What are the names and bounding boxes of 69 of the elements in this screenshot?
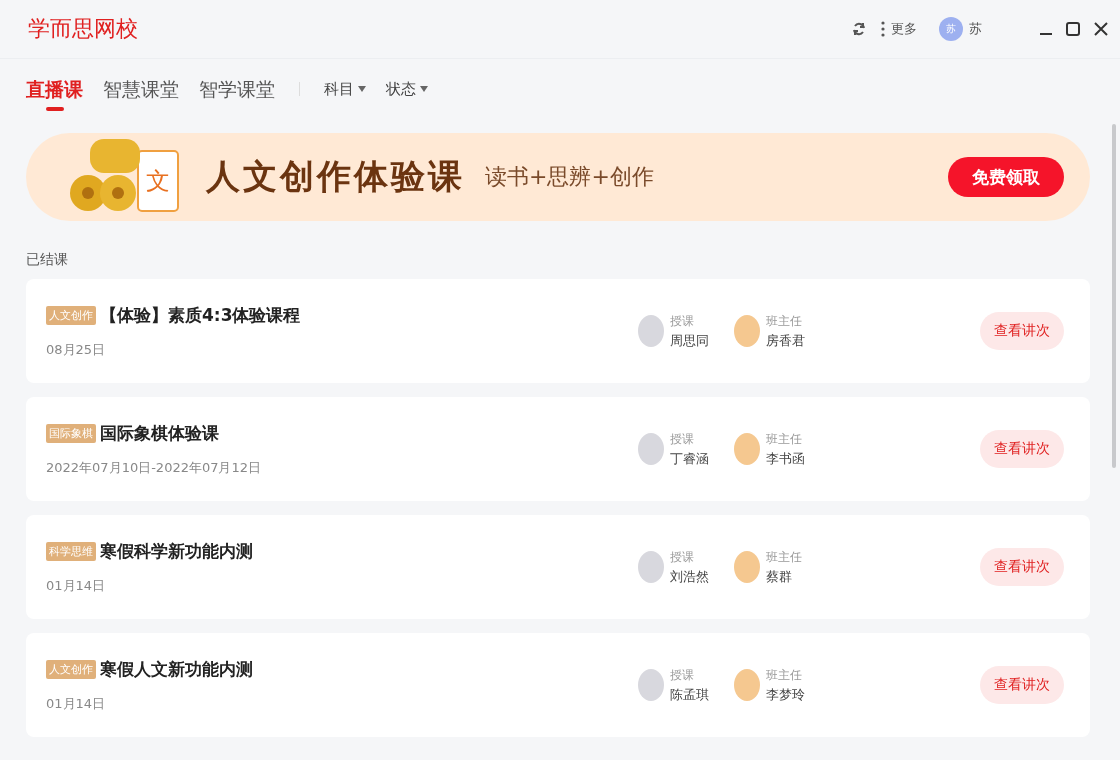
teacher-name: 房香君 <box>766 331 805 350</box>
subject-tag: 国际象棋 <box>46 423 96 443</box>
avatar-icon <box>734 669 760 701</box>
maximize-icon <box>1066 22 1080 36</box>
photo-placeholder <box>638 433 664 465</box>
banner-title: 人文创作体验课 <box>206 155 465 198</box>
view-lessons-button[interactable]: 查看讲次 <box>980 666 1064 704</box>
role-label: 授课 <box>670 430 695 448</box>
filter-dropdown[interactable]: 科目 <box>324 79 366 99</box>
user-name: 苏 <box>969 20 982 38</box>
app-logo: 学而思网校 <box>28 15 139 43</box>
role-label: 班主任 <box>766 312 803 330</box>
refresh-icon <box>851 21 867 37</box>
course-tab[interactable]: 智学课堂 <box>199 76 275 112</box>
scrollbar[interactable] <box>1112 124 1116 468</box>
course-card[interactable]: 人文创作 寒假人文新功能内测 01月14日 授课 陈孟琪 班主任 李梦玲 查看讲次 <box>26 633 1090 737</box>
section-label: 已结课 <box>26 251 69 269</box>
teacher-name: 周思同 <box>670 331 709 350</box>
subject-tag: 人文创作 <box>46 305 96 325</box>
course-card[interactable]: 国际象棋 国际象棋体验课 2022年07月10日-2022年07月12日 授课 丁睿涵 班主任 李书函 查看讲次 <box>26 397 1090 501</box>
view-lessons-button[interactable]: 查看讲次 <box>980 430 1064 468</box>
close-icon <box>1094 22 1108 36</box>
role-label: 班主任 <box>766 430 803 448</box>
photo-placeholder <box>638 551 664 583</box>
teacher-name: 丁睿涵 <box>670 449 709 468</box>
course-tab[interactable]: 智慧课堂 <box>103 76 179 112</box>
course-date: 01月14日 <box>46 694 107 713</box>
role-label: 授课 <box>670 548 695 566</box>
more-dots-icon <box>881 21 885 37</box>
promo-banner[interactable]: 文 人文创作体验课 读书+思辨+创作 免费领取 <box>26 133 1090 221</box>
course-date: 08月25日 <box>46 340 107 359</box>
close-button[interactable] <box>1094 22 1108 36</box>
course-title: 国际象棋体验课 <box>100 421 219 445</box>
photo-placeholder <box>638 315 664 347</box>
caret-icon <box>420 86 428 92</box>
refresh-button[interactable] <box>851 21 867 37</box>
view-lessons-button[interactable]: 查看讲次 <box>980 548 1064 586</box>
filter-dropdown[interactable]: 状态 <box>386 79 428 99</box>
photo-placeholder <box>638 669 664 701</box>
role-label: 班主任 <box>766 548 802 566</box>
caret-icon <box>358 86 366 92</box>
teacher-name: 李书函 <box>766 449 805 468</box>
course-tab[interactable]: 直播课 <box>26 76 83 112</box>
role-label: 授课 <box>670 666 695 684</box>
view-lessons-button[interactable]: 查看讲次 <box>980 312 1064 350</box>
teacher-name: 李梦玲 <box>766 685 805 704</box>
avatar-icon <box>734 551 760 583</box>
teacher-name: 蔡群 <box>766 567 793 586</box>
claim-button[interactable]: 免费领取 <box>948 157 1064 197</box>
role-label: 授课 <box>670 312 695 330</box>
course-card[interactable]: 科学思维 寒假科学新功能内测 01月14日 授课 刘浩然 班主任 蔡群 查看讲次 <box>26 515 1090 619</box>
course-title: 【体验】素质4:3体验课程 <box>100 303 301 327</box>
course-card[interactable]: 人文创作 【体验】素质4:3体验课程 08月25日 授课 周思同 班主任 房香君 查看讲次 <box>26 279 1090 383</box>
avatar-icon <box>734 433 760 465</box>
course-title: 寒假人文新功能内测 <box>100 657 253 681</box>
maximize-button[interactable] <box>1066 22 1080 36</box>
banner-subtitle: 读书+思辨+创作 <box>485 163 655 191</box>
teacher-name: 陈孟琪 <box>670 685 709 704</box>
course-date: 01月14日 <box>46 576 107 595</box>
avatar-icon <box>734 315 760 347</box>
course-date: 2022年07月10日-2022年07月12日 <box>46 458 263 477</box>
subject-tag: 科学思维 <box>46 541 96 561</box>
course-title: 寒假科学新功能内测 <box>100 539 253 563</box>
minimize-icon <box>1040 33 1052 35</box>
teacher-name: 刘浩然 <box>670 567 709 586</box>
more-button[interactable]: 更多 <box>881 20 917 38</box>
role-label: 班主任 <box>766 666 803 684</box>
scroll-books-drawing: 文 <box>70 137 180 217</box>
subject-tag: 人文创作 <box>46 659 96 679</box>
